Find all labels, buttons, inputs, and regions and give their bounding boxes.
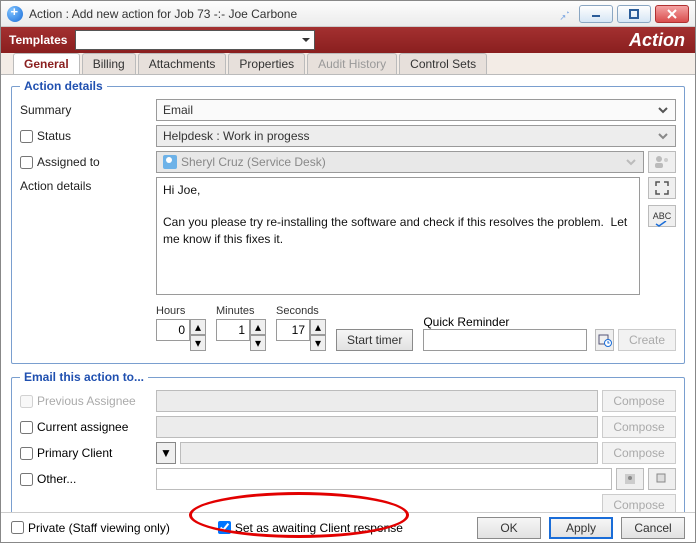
status-checkbox[interactable] xyxy=(20,130,33,143)
private-label: Private (Staff viewing only) xyxy=(28,521,170,535)
prev-assignee-checkbox xyxy=(20,395,33,408)
spinner-down[interactable]: ▾ xyxy=(310,335,326,351)
start-timer-button[interactable]: Start timer xyxy=(336,329,413,351)
compose-curr-button: Compose xyxy=(602,416,676,438)
assigned-value: Sheryl Cruz (Service Desk) xyxy=(181,155,326,169)
minutes-spinner[interactable]: ▴▾ xyxy=(216,319,266,351)
spellcheck-button[interactable]: ABC xyxy=(648,205,676,227)
templates-label: Templates xyxy=(9,33,67,47)
chevron-down-icon xyxy=(625,155,637,169)
quick-reminder-label: Quick Reminder xyxy=(423,315,509,329)
tab-audit-history: Audit History xyxy=(307,53,397,74)
templates-dropdown[interactable] xyxy=(75,30,315,50)
pin-icon[interactable] xyxy=(557,7,571,21)
minimize-button[interactable] xyxy=(579,5,613,23)
brand-label: Action xyxy=(629,30,685,51)
assign-user-button[interactable] xyxy=(648,151,676,173)
hours-input[interactable] xyxy=(156,319,190,341)
expand-icon xyxy=(655,181,669,195)
other-search-button[interactable] xyxy=(648,468,676,490)
compose-other-button: Compose xyxy=(602,494,676,512)
curr-assignee-checkbox[interactable] xyxy=(20,421,33,434)
spinner-down[interactable]: ▾ xyxy=(190,335,206,351)
tab-control-sets[interactable]: Control Sets xyxy=(399,53,487,74)
minutes-input[interactable] xyxy=(216,319,250,341)
action-details-fieldset: Action details Summary Email Status Help… xyxy=(11,79,685,364)
calendar-clock-icon xyxy=(598,333,612,347)
templates-bar: Templates Action xyxy=(1,27,695,53)
other-checkbox[interactable] xyxy=(20,473,33,486)
create-reminder-button: Create xyxy=(618,329,676,351)
spinner-down[interactable]: ▾ xyxy=(250,335,266,351)
user-icon xyxy=(163,155,177,169)
seconds-label: Seconds xyxy=(276,305,326,317)
details-label: Action details xyxy=(20,177,156,193)
curr-assignee-label: Current assignee xyxy=(37,420,128,434)
cancel-button[interactable]: Cancel xyxy=(621,517,685,539)
other-contacts-button[interactable] xyxy=(616,468,644,490)
assigned-label: Assigned to xyxy=(37,155,100,169)
awaiting-label: Set as awaiting Client response xyxy=(235,521,403,535)
prev-assignee-field xyxy=(156,390,598,412)
action-details-textarea[interactable]: Hi Joe, Can you please try re-installing… xyxy=(156,177,640,295)
addressbook-icon xyxy=(623,472,637,486)
hours-spinner[interactable]: ▴▾ xyxy=(156,319,206,351)
compose-primary-button: Compose xyxy=(602,442,676,464)
spellcheck-icon: ABC xyxy=(653,211,672,221)
tab-attachments[interactable]: Attachments xyxy=(138,53,227,74)
compose-prev-button: Compose xyxy=(602,390,676,412)
other-field[interactable] xyxy=(156,468,612,490)
search-icon xyxy=(655,472,669,486)
maximize-button[interactable] xyxy=(617,5,651,23)
status-value: Helpdesk : Work in progess xyxy=(163,129,310,143)
email-action-legend: Email this action to... xyxy=(20,370,148,384)
quick-reminder-picker[interactable] xyxy=(595,329,614,351)
tab-properties[interactable]: Properties xyxy=(228,53,305,74)
seconds-spinner[interactable]: ▴▾ xyxy=(276,319,326,351)
awaiting-checkbox[interactable] xyxy=(218,521,231,534)
window-title: Action : Add new action for Job 73 -:- J… xyxy=(29,7,557,21)
ok-button[interactable]: OK xyxy=(477,517,541,539)
dialog-footer: Private (Staff viewing only) Set as awai… xyxy=(1,512,695,542)
plus-icon xyxy=(7,6,23,22)
private-checkbox[interactable] xyxy=(11,521,24,534)
spinner-up[interactable]: ▴ xyxy=(310,319,326,335)
quick-reminder-input[interactable] xyxy=(423,329,587,351)
hours-label: Hours xyxy=(156,305,206,317)
minutes-label: Minutes xyxy=(216,305,266,317)
expand-button[interactable] xyxy=(648,177,676,199)
close-button[interactable] xyxy=(655,5,689,23)
tab-strip: General Billing Attachments Properties A… xyxy=(1,53,695,75)
tab-billing[interactable]: Billing xyxy=(82,53,136,74)
summary-value: Email xyxy=(163,103,193,117)
action-details-legend: Action details xyxy=(20,79,107,93)
summary-select[interactable]: Email xyxy=(156,99,676,121)
window-titlebar: Action : Add new action for Job 73 -:- J… xyxy=(1,1,695,27)
apply-button[interactable]: Apply xyxy=(549,517,613,539)
summary-label: Summary xyxy=(20,103,156,117)
other-label: Other... xyxy=(37,472,76,486)
curr-assignee-field xyxy=(156,416,598,438)
assigned-select[interactable]: Sheryl Cruz (Service Desk) xyxy=(156,151,644,173)
spinner-up[interactable]: ▴ xyxy=(190,319,206,335)
seconds-input[interactable] xyxy=(276,319,310,341)
spinner-up[interactable]: ▴ xyxy=(250,319,266,335)
primary-client-field xyxy=(180,442,598,464)
assigned-checkbox[interactable] xyxy=(20,156,33,169)
primary-client-dropdown[interactable]: ▼ xyxy=(156,442,176,464)
status-label: Status xyxy=(37,129,71,143)
chevron-down-icon xyxy=(657,129,669,143)
people-icon xyxy=(654,155,670,169)
primary-client-label: Primary Client xyxy=(37,446,112,460)
tab-general[interactable]: General xyxy=(13,53,80,74)
prev-assignee-label: Previous Assignee xyxy=(37,394,136,408)
status-select[interactable]: Helpdesk : Work in progess xyxy=(156,125,676,147)
primary-client-checkbox[interactable] xyxy=(20,447,33,460)
chevron-down-icon xyxy=(657,103,669,117)
email-action-fieldset: Email this action to... Previous Assigne… xyxy=(11,370,685,512)
